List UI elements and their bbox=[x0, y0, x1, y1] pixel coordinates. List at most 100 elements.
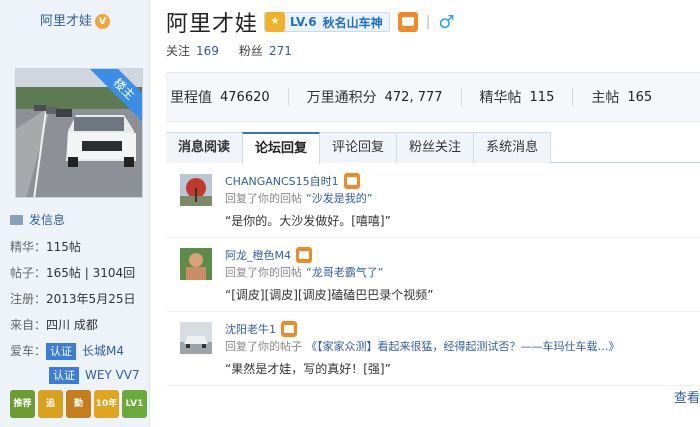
male-gender-icon: ♂ bbox=[438, 11, 455, 33]
profile-main: 阿里才娃 ★ LV.6 秋名山车神 | ♂ 关注 169 粉丝 271 里程值 4766… bbox=[166, 0, 700, 427]
list-item: 阿龙_橙色M4 回复了你的回帖 “龙哥老霸气了” “[调皮][调皮][调皮]磕磕巴… bbox=[166, 238, 700, 312]
user-sidebar: 阿里才娃V 楼主 发信息 精华：115帖 帖子：165帖 | 3104回 注册 bbox=[0, 0, 150, 427]
stat-label: 主帖 bbox=[591, 90, 620, 106]
reply-quote: “[调皮][调皮][调皮]磕磕巴巴录个视频” bbox=[225, 288, 434, 302]
level-badge[interactable]: ★ LV.6 秋名山车神 bbox=[264, 12, 390, 32]
reply-user-row: 阿龙_橙色M4 bbox=[225, 247, 312, 263]
fans-label: 粉丝 bbox=[238, 44, 263, 58]
reply-action-text: 回复了你的帖子 bbox=[225, 340, 302, 353]
info-label: 注册： bbox=[10, 292, 47, 306]
info-value: 四川 成都 bbox=[46, 318, 98, 332]
stat-points: 万里通积分 472, 777 bbox=[307, 87, 443, 107]
reply-user-avatar[interactable] bbox=[180, 248, 212, 280]
owner-car-icon[interactable] bbox=[343, 173, 360, 189]
stat-divider bbox=[460, 88, 462, 106]
user-avatar[interactable]: 楼主 bbox=[15, 68, 143, 198]
info-car-1: 爱车： 认证 长城M4 bbox=[10, 342, 124, 360]
follow-stats: 关注 169 粉丝 271 bbox=[166, 42, 312, 59]
medal-list: 推荐 追 勤 10年 LV1 bbox=[10, 390, 147, 418]
medal-recommend-icon[interactable]: 推荐 bbox=[10, 390, 35, 418]
envelope-icon bbox=[10, 215, 23, 225]
reply-topic-link[interactable]: “沙发是我的” bbox=[306, 192, 372, 205]
level-text: LV.6 bbox=[290, 15, 317, 29]
sidebar-username[interactable]: 阿里才娃 bbox=[40, 14, 92, 29]
car-name-link[interactable]: WEY VV7 bbox=[85, 368, 140, 382]
info-label: 精华： bbox=[10, 240, 47, 254]
divider: | bbox=[425, 14, 431, 30]
verified-v-icon: V bbox=[95, 14, 110, 29]
info-car-2: 认证 WEY VV7 bbox=[49, 367, 140, 384]
reply-user-link[interactable]: 沈阳老牛1 bbox=[225, 321, 276, 337]
reply-user-link[interactable]: 阿龙_橙色M4 bbox=[225, 247, 291, 263]
stat-mileage: 里程值 476620 bbox=[170, 87, 270, 107]
info-essence: 精华：115帖 bbox=[10, 238, 81, 255]
view-more-link[interactable]: 查看 bbox=[674, 387, 700, 406]
follow-count-link[interactable]: 169 bbox=[196, 44, 219, 58]
tab-message-reading[interactable]: 消息阅读 bbox=[166, 132, 244, 163]
reply-action: 回复了你的帖子 《【家家众测】看起来很猛，经得起测试否？——车玛仕车载…》 bbox=[225, 338, 620, 354]
info-value: 2013年5月25日 bbox=[46, 292, 136, 306]
tab-comment-replies[interactable]: 评论回复 bbox=[319, 132, 398, 163]
medal-lv1-icon[interactable]: LV1 bbox=[122, 390, 147, 418]
info-registered: 注册：2013年5月25日 bbox=[10, 290, 135, 307]
reply-quote: “果然是才娃，写的真好！[强]” bbox=[225, 362, 391, 376]
info-value: 115帖 bbox=[46, 240, 81, 254]
reply-user-row: CHANGANCS15自时1 bbox=[225, 173, 360, 189]
stat-label: 里程值 bbox=[170, 90, 212, 106]
owner-car-icon[interactable] bbox=[397, 12, 418, 32]
reply-action-text: 回复了你的回帖 bbox=[225, 266, 302, 279]
info-value: 165帖 | 3104回 bbox=[46, 266, 136, 280]
send-message-link[interactable]: 发信息 bbox=[10, 211, 65, 228]
reply-quote: “是你的。大沙发做好。[嘻嘻]” bbox=[225, 214, 391, 228]
send-message-label: 发信息 bbox=[29, 213, 66, 227]
stat-value: 476620 bbox=[220, 89, 270, 105]
car-label: 爱车： bbox=[10, 344, 47, 358]
fans-count-link[interactable]: 271 bbox=[269, 44, 292, 58]
stat-essence: 精华帖 115 bbox=[480, 87, 555, 107]
reply-user-row: 沈阳老牛1 bbox=[225, 321, 297, 337]
stats-bar: 里程值 476620 万里通积分 472, 777 精华帖 115 主帖 165 bbox=[166, 72, 700, 122]
medal-diligent-icon[interactable]: 勤 bbox=[66, 390, 91, 418]
avatar-car-photo bbox=[180, 322, 212, 354]
sidebar-username-row: 阿里才娃 V bbox=[0, 10, 150, 29]
stat-main-posts: 主帖 165 bbox=[591, 87, 652, 107]
stat-value: 115 bbox=[529, 89, 555, 105]
reply-user-avatar[interactable] bbox=[180, 322, 212, 354]
info-label: 来自： bbox=[10, 318, 47, 332]
stat-divider bbox=[287, 88, 289, 106]
reply-user-link[interactable]: CHANGANCS15自时1 bbox=[225, 173, 339, 189]
message-tabs: 消息阅读 论坛回复 评论回复 粉丝关注 系统消息 bbox=[166, 132, 700, 164]
stat-label: 万里通积分 bbox=[306, 90, 377, 106]
info-posts: 帖子：165帖 | 3104回 bbox=[10, 264, 135, 281]
info-location: 来自：四川 成都 bbox=[10, 316, 98, 333]
list-item: CHANGANCS15自时1 回复了你的回帖 “沙发是我的” “是你的。大沙发做好… bbox=[166, 164, 700, 238]
level-title: 秋名山车神 bbox=[322, 15, 383, 30]
medal-chase-icon[interactable]: 追 bbox=[38, 390, 63, 418]
tab-forum-replies[interactable]: 论坛回复 bbox=[242, 132, 321, 164]
tab-fans-follow[interactable]: 粉丝关注 bbox=[396, 132, 475, 163]
reply-topic-link[interactable]: 《【家家众测】看起来很猛，经得起测试否？——车玛仕车载…》 bbox=[306, 340, 620, 353]
level-shield-icon: ★ bbox=[265, 12, 286, 32]
car-name-link[interactable]: 长城M4 bbox=[82, 344, 124, 358]
reply-action: 回复了你的回帖 “龙哥老霸气了” bbox=[225, 264, 383, 280]
stat-divider bbox=[572, 88, 574, 106]
tab-system-messages[interactable]: 系统消息 bbox=[473, 132, 552, 163]
follow-label: 关注 bbox=[166, 44, 191, 58]
reply-feed: CHANGANCS15自时1 回复了你的回帖 “沙发是我的” “是你的。大沙发做好… bbox=[166, 164, 700, 386]
owner-car-icon[interactable] bbox=[281, 321, 297, 337]
medal-ten-year-icon[interactable]: 10年 bbox=[94, 390, 119, 418]
avatar-umbrella-photo bbox=[180, 174, 212, 206]
reply-topic-link[interactable]: “龙哥老霸气了” bbox=[306, 266, 383, 279]
reply-action-text: 回复了你的回帖 bbox=[225, 192, 302, 205]
reply-action: 回复了你的回帖 “沙发是我的” bbox=[225, 190, 372, 206]
owner-car-icon[interactable] bbox=[296, 247, 312, 263]
avatar-person-photo bbox=[180, 248, 212, 280]
reply-user-avatar[interactable] bbox=[180, 174, 212, 206]
verified-tag: 认证 bbox=[46, 343, 77, 360]
verified-tag: 认证 bbox=[49, 367, 79, 384]
info-label: 帖子： bbox=[10, 266, 47, 280]
stat-value: 165 bbox=[627, 89, 653, 105]
page-title: 阿里才娃 bbox=[166, 12, 259, 37]
list-item: 沈阳老牛1 回复了你的帖子 《【家家众测】看起来很猛，经得起测试否？——车玛仕车载… bbox=[166, 312, 700, 386]
profile-title-row: 阿里才娃 ★ LV.6 秋名山车神 | ♂ bbox=[166, 6, 455, 38]
